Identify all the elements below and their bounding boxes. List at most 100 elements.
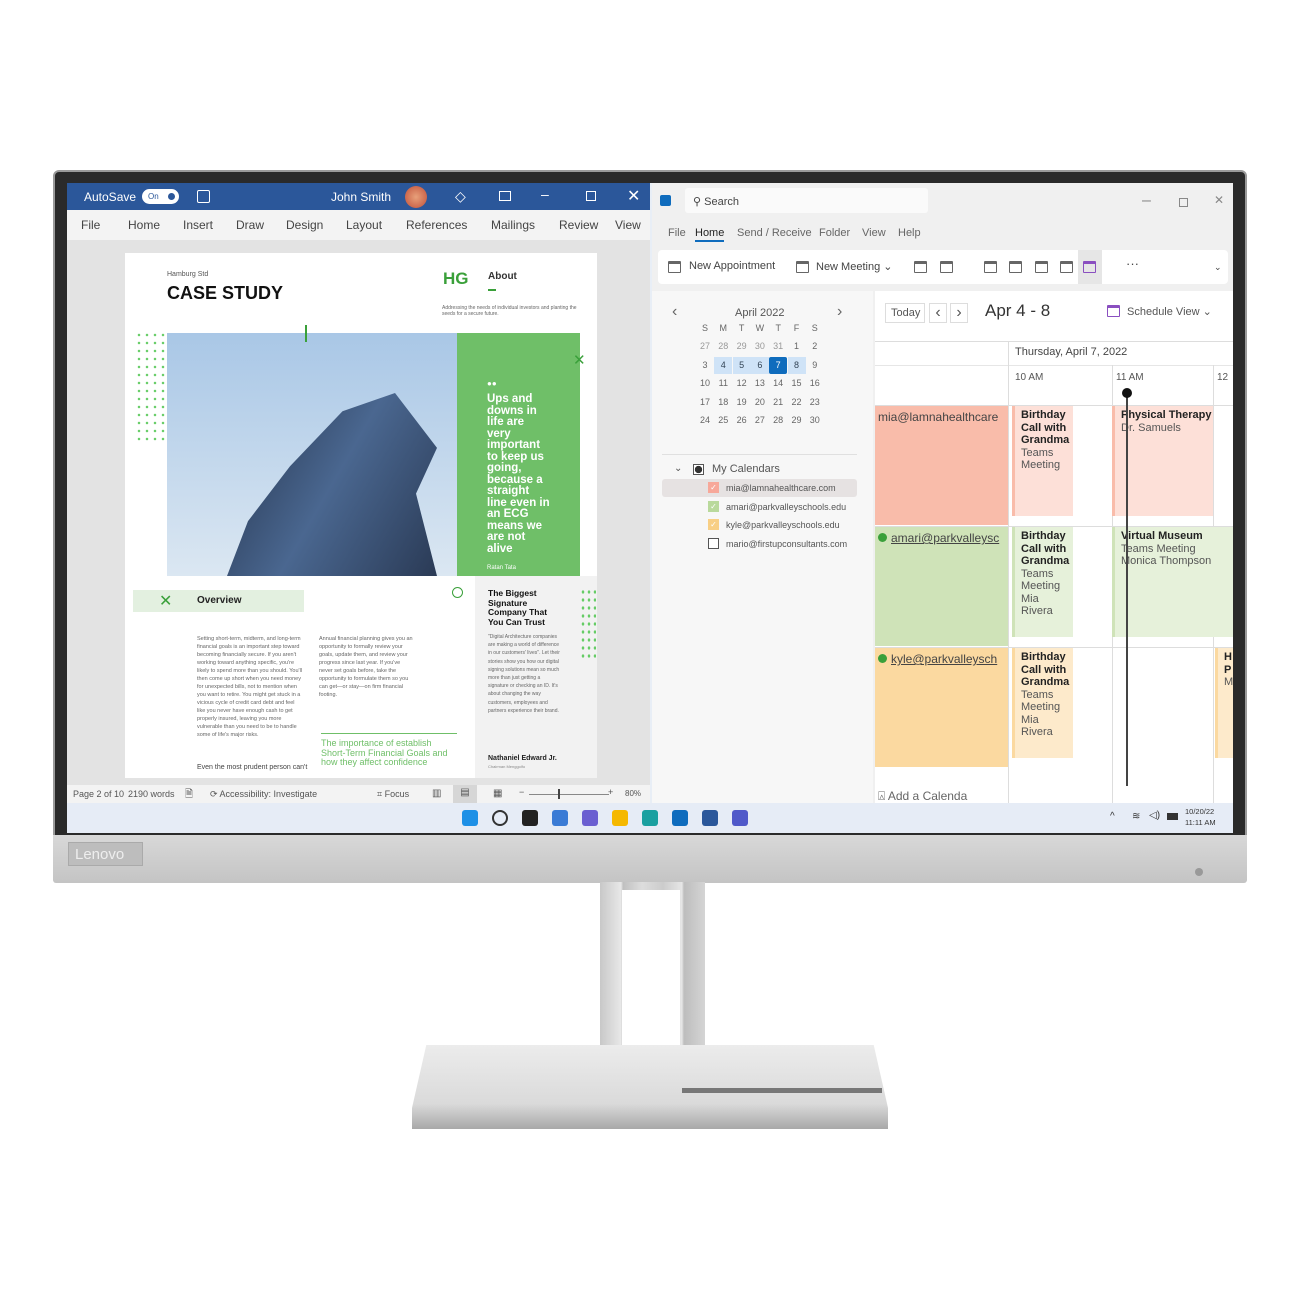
day-view-icon[interactable] [984,261,997,273]
my-calendars-label[interactable]: My Calendars [712,463,780,475]
file-explorer-icon[interactable] [612,810,628,826]
day-cell[interactable]: 20 [751,394,769,411]
add-calendar-button[interactable]: ⍓ Add a Calenda [878,789,967,803]
teams-icon[interactable] [732,810,748,826]
day-cell[interactable]: 16 [806,375,824,392]
zoom-in-button[interactable]: + [608,787,613,797]
event-card[interactable]: Virtual Museum Teams Meeting Monica Thomp… [1112,527,1233,637]
day-cell[interactable]: 14 [769,375,787,392]
save-icon[interactable] [197,190,210,203]
day-cell[interactable]: 26 [733,412,751,429]
day-cell[interactable]: 28 [769,412,787,429]
event-card[interactable]: Birthday Call with Grandma Teams Meeting … [1012,527,1073,637]
day-cell[interactable]: 1 [788,338,806,355]
menu-view[interactable]: View [615,218,641,232]
day-cell[interactable]: 31 [769,338,787,355]
windows-start-icon[interactable] [462,810,478,826]
day-cell[interactable]: 23 [806,394,824,411]
zoom-slider-thumb[interactable] [558,789,560,799]
day-cell[interactable]: 8 [787,356,806,374]
more-options-button[interactable]: ··· [1126,256,1139,271]
day-cell[interactable]: 10 [696,375,714,392]
menu-home[interactable]: Home [128,218,160,232]
zoom-slider[interactable] [529,794,609,795]
calendar-checkbox[interactable] [708,537,719,549]
restore-icon[interactable] [586,191,596,201]
calendar-item[interactable]: ✓ mia@lamnahealthcare.com [662,479,857,497]
next-month-button[interactable]: › [837,303,842,321]
work-week-icon[interactable] [1009,261,1022,273]
ribbon-expand-icon[interactable]: ⌄ [1214,262,1222,273]
day-cell[interactable]: 6 [750,356,769,374]
document-area[interactable]: Hamburg Std CASE STUDY HG About Addressi… [67,240,650,785]
page-count[interactable]: Page 2 of 10 [73,789,124,799]
week-view-icon[interactable] [1035,261,1048,273]
day-cell[interactable]: 27 [696,338,714,355]
prev-week-button[interactable]: ‹ [929,303,947,323]
today-button[interactable]: Today [885,303,925,323]
menu-file[interactable]: File [81,218,100,232]
menu-design[interactable]: Design [286,218,323,232]
menu-draw[interactable]: Draw [236,218,264,232]
read-mode-icon[interactable]: ▥ [432,788,441,799]
day-cell[interactable]: 5 [732,356,751,374]
day-cell[interactable]: 19 [733,394,751,411]
day-cell[interactable]: 21 [769,394,787,411]
day-cell[interactable]: 9 [806,357,824,374]
menu-insert[interactable]: Insert [183,218,213,232]
menu-layout[interactable]: Layout [346,218,382,232]
autosave-toggle[interactable]: On [142,189,179,204]
close-icon[interactable]: ✕ [1214,193,1224,207]
day-cell[interactable]: 28 [714,338,732,355]
day-cell[interactable]: 27 [751,412,769,429]
day-cell[interactable]: 13 [751,375,769,392]
clock-time[interactable]: 11:11 AM [1185,818,1216,827]
day-cell[interactable]: 24 [696,412,714,429]
prev-month-button[interactable]: ‹ [672,303,677,321]
calendar-owner[interactable]: kyle@parkvalleysch [891,652,997,666]
menu-review[interactable]: Review [559,218,598,232]
calendar-checkbox[interactable]: ✓ [708,482,719,493]
go-to-today-icon[interactable] [914,261,927,273]
widgets-icon[interactable] [552,810,568,826]
day-cell[interactable]: 12 [733,375,751,392]
day-cell[interactable]: 29 [733,338,751,355]
diamond-icon[interactable]: ◇ [455,188,466,205]
day-cell[interactable]: 15 [788,375,806,392]
print-layout-icon[interactable]: ▤ [453,785,477,803]
word-count[interactable]: 2190 words [128,789,175,799]
close-icon[interactable]: ✕ [627,186,640,206]
clock-date[interactable]: 10/20/22 [1185,807,1214,816]
accessibility-status[interactable]: ⟳ Accessibility: Investigate [210,789,317,800]
maximize-icon[interactable] [1179,198,1188,207]
row-label[interactable]: kyle@parkvalleysch [875,648,1008,767]
calendar-item[interactable]: mario@firstupconsultants.com [662,535,857,553]
day-cell[interactable]: 25 [714,412,732,429]
event-card[interactable]: H PM [1215,648,1233,758]
calendar-owner[interactable]: amari@parkvalleysc [891,531,999,545]
teams-chat-icon[interactable] [582,810,598,826]
day-cell[interactable]: 2 [806,338,824,355]
web-layout-icon[interactable]: ▦ [493,788,502,799]
day-cell[interactable]: 22 [788,394,806,411]
menu-mailings[interactable]: Mailings [491,218,535,232]
menu-references[interactable]: References [406,218,467,232]
calendar-owner[interactable]: mia@lamnahealthcare [878,410,998,424]
zoom-level[interactable]: 80% [625,789,641,798]
new-appointment-button[interactable]: New Appointment [689,260,775,272]
next-week-button[interactable]: › [950,303,968,323]
proofing-icon[interactable]: 🗎 [185,787,193,804]
minimize-icon[interactable]: – [541,186,549,202]
day-cell[interactable]: 7 [769,356,788,374]
calendar-checkbox[interactable]: ✓ [708,500,719,512]
tab-help[interactable]: Help [898,227,921,239]
tab-send-receive[interactable]: Send / Receive [737,227,812,239]
schedule-view-toggle[interactable] [1078,250,1102,284]
store-icon[interactable] [672,810,688,826]
search-icon[interactable] [492,810,508,826]
calendar-item[interactable]: ✓ amari@parkvalleyschools.edu [662,498,857,516]
chevron-down-icon[interactable]: ⌄ [674,463,682,474]
calendar-checkbox[interactable]: ✓ [708,519,719,530]
day-cell[interactable]: 18 [714,394,732,411]
view-selector[interactable]: Schedule View ⌄ [1127,305,1212,318]
